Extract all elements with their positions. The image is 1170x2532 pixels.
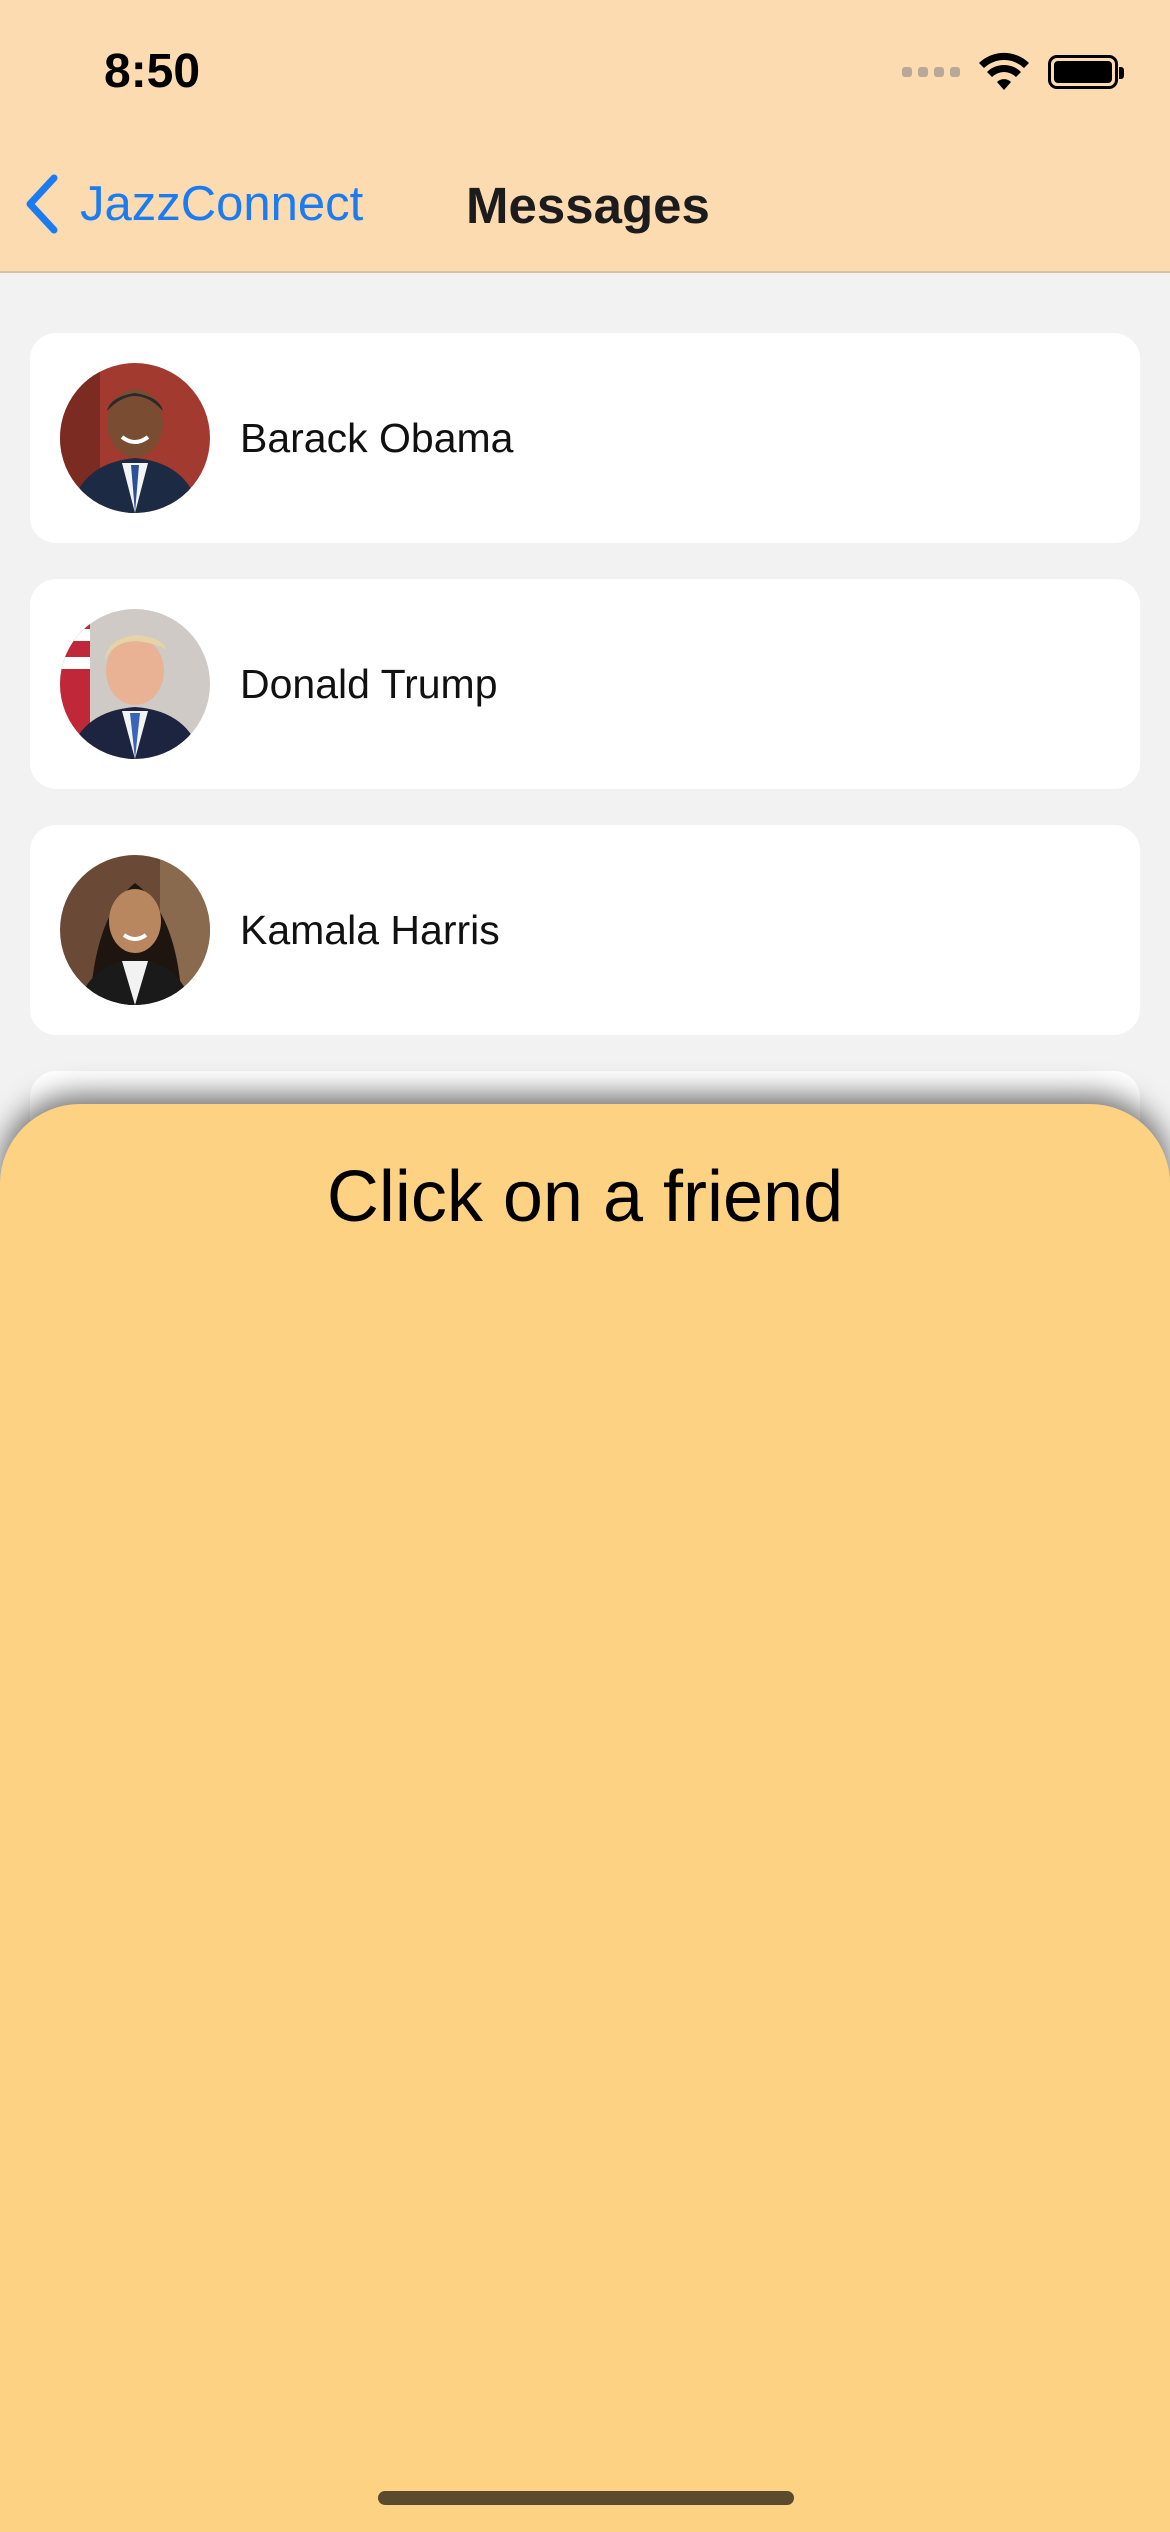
- avatar: [60, 855, 210, 1005]
- wifi-icon: [979, 52, 1029, 90]
- cellular-signal-icon: [902, 67, 960, 77]
- back-button-label: JazzConnect: [80, 177, 364, 231]
- friend-row-kamala-harris[interactable]: Kamala Harris: [30, 825, 1140, 1035]
- friend-name: Kamala Harris: [240, 906, 500, 953]
- status-icons: [902, 52, 1124, 92]
- avatar: [60, 609, 210, 759]
- app-screen: 8:50 JazzConnect Messages Barack Obama D…: [0, 0, 1170, 2532]
- page-title: Messages: [466, 177, 710, 234]
- friend-row-barack-obama[interactable]: Barack Obama: [30, 333, 1140, 543]
- home-indicator[interactable]: [378, 2491, 794, 2505]
- battery-icon: [1048, 55, 1124, 89]
- sheet-title: Click on a friend: [326, 1157, 844, 1237]
- friend-name: Barack Obama: [240, 414, 514, 461]
- friend-row-donald-trump[interactable]: Donald Trump: [30, 579, 1140, 789]
- friend-name: Donald Trump: [240, 660, 498, 707]
- status-time: 8:50: [104, 45, 201, 98]
- chevron-left-icon: [26, 174, 58, 234]
- avatar: [60, 363, 210, 513]
- bottom-sheet[interactable]: Click on a friend: [0, 1104, 1170, 2532]
- navigation-header: 8:50 JazzConnect Messages: [0, 0, 1170, 273]
- back-button[interactable]: JazzConnect: [22, 174, 363, 234]
